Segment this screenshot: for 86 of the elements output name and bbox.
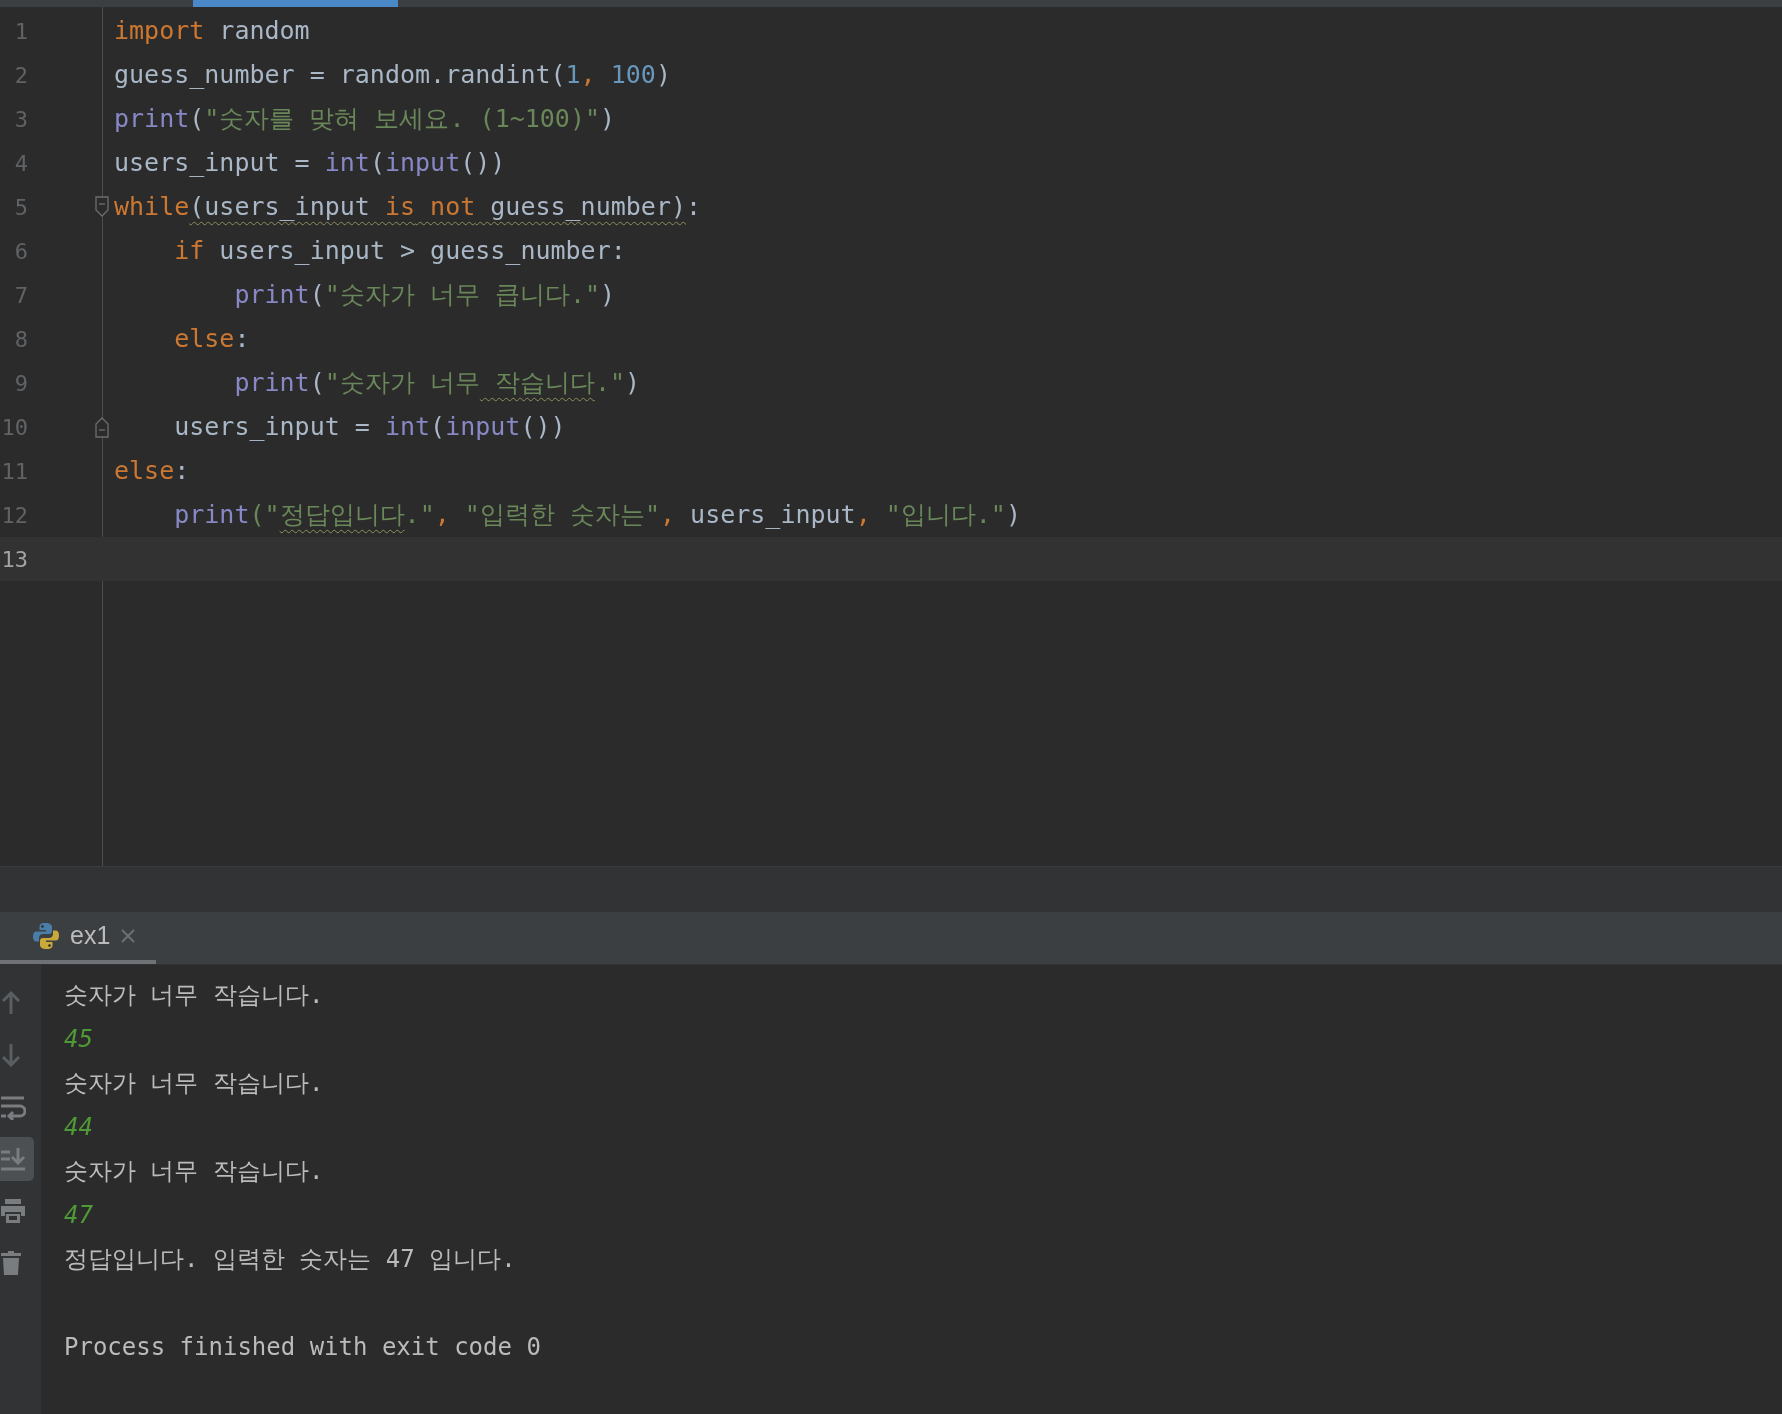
arrow-down-icon [0, 1042, 22, 1068]
string-literal-text: "숫자가 너무 큽니다." [324, 279, 600, 312]
close-icon[interactable] [120, 928, 137, 944]
code-text: ) [1005, 499, 1021, 532]
builtin-name-text: print [233, 367, 310, 400]
code-text: ( [189, 103, 205, 136]
code-text: ( [309, 367, 325, 400]
scroll-to-end-icon [0, 1146, 26, 1172]
code-text: ) [600, 103, 616, 136]
code-text: ( [430, 411, 446, 444]
code-text: : [686, 191, 702, 224]
console-output: 정답입니다. 입력한 숫자는 47 입니다. [64, 1244, 516, 1275]
code-text: ) [600, 279, 616, 312]
code-text: random [218, 15, 310, 48]
console-output: 숫자가 너무 작습니다. [64, 1156, 324, 1187]
code-text: ( [309, 279, 325, 312]
builtin-name-text: input [384, 147, 461, 180]
trash-icon [0, 1250, 22, 1276]
console-output: 숫자가 너무 작습니다. [64, 980, 324, 1011]
line-number: 1 [13, 17, 28, 46]
line-number: 13 [0, 545, 28, 574]
line-number: 4 [13, 149, 28, 178]
code-text: ) [655, 59, 671, 92]
line-number: 10 [0, 413, 28, 442]
line-number: 7 [13, 281, 28, 310]
keyword-text: while [114, 191, 190, 224]
line-number: 12 [0, 501, 28, 530]
code-text: ()) [520, 411, 566, 444]
string-literal-text: (" [249, 499, 280, 532]
python-icon [32, 922, 60, 950]
typed-number-text: 47 [64, 1200, 93, 1231]
code-text: ()) [460, 147, 506, 180]
soft-wrap-icon [0, 1094, 26, 1120]
fold-icon[interactable] [95, 416, 109, 438]
code-text: users_input = [173, 411, 371, 444]
string-literal-text: ." [594, 367, 625, 400]
fold-icon[interactable] [95, 196, 109, 218]
code-text: : [174, 455, 190, 488]
line-number: 11 [0, 457, 28, 486]
keyword-text: if [173, 235, 205, 268]
code-text: users_input = [114, 147, 311, 180]
code-text: ) [625, 367, 641, 400]
builtin-name-text: print [173, 499, 250, 532]
code-text: : [234, 323, 250, 356]
code-text: users_input [689, 499, 856, 532]
builtin-name-text: print [114, 103, 190, 136]
exit-message: Process finished with exit code 0 [64, 1332, 541, 1363]
keyword-text: , [580, 59, 596, 92]
code-text: guess_number = random.randint( [114, 59, 566, 92]
string-literal-text: "입력한 숫자는" [463, 499, 660, 532]
keyword-text: else [173, 323, 235, 356]
typed-number-text: 45 [64, 1024, 93, 1055]
tab-label: ex1 [70, 920, 111, 952]
line-number: 2 [13, 61, 28, 90]
string-literal-text: 정답입니다 [279, 499, 405, 532]
string-literal-text: "숫자를 맞혀 보세요. (1~100)" [204, 103, 600, 136]
toolbar-button[interactable] [0, 1137, 34, 1181]
number-literal-text: 100 [609, 59, 656, 92]
typed-number-text: 44 [64, 1112, 93, 1143]
line-number: 5 [13, 193, 28, 222]
builtin-name-text: int [324, 147, 370, 180]
line-number: 3 [13, 105, 28, 134]
keyword-text: , [659, 499, 676, 532]
code-text: users_input > guess_number: [218, 235, 626, 268]
keyword-text: , [434, 499, 450, 532]
builtin-name-text: int [384, 411, 431, 444]
console-output: 숫자가 너무 작습니다. [64, 1068, 324, 1099]
keyword-text: import [114, 15, 205, 48]
string-literal-text: "숫자가 너무 [324, 367, 480, 400]
string-literal-text: 작습니다 [493, 367, 595, 400]
code-text: guess_number) [489, 191, 686, 224]
keyword-text: is [383, 191, 416, 224]
keyword-text: else [114, 455, 175, 488]
line-number: 8 [13, 325, 28, 354]
string-literal-text: ." [404, 499, 435, 532]
string-literal-text: "입니다." [884, 499, 1006, 532]
builtin-name-text: input [445, 411, 521, 444]
code-text: (users_input [189, 191, 370, 224]
code-text: ( [369, 147, 385, 180]
line-number: 6 [13, 237, 28, 266]
builtin-name-text: print [233, 279, 310, 312]
arrow-up-icon [0, 990, 22, 1016]
keyword-text: not [429, 191, 476, 224]
keyword-text: , [855, 499, 871, 532]
number-literal-text: 1 [565, 59, 581, 92]
line-number: 9 [13, 369, 28, 398]
